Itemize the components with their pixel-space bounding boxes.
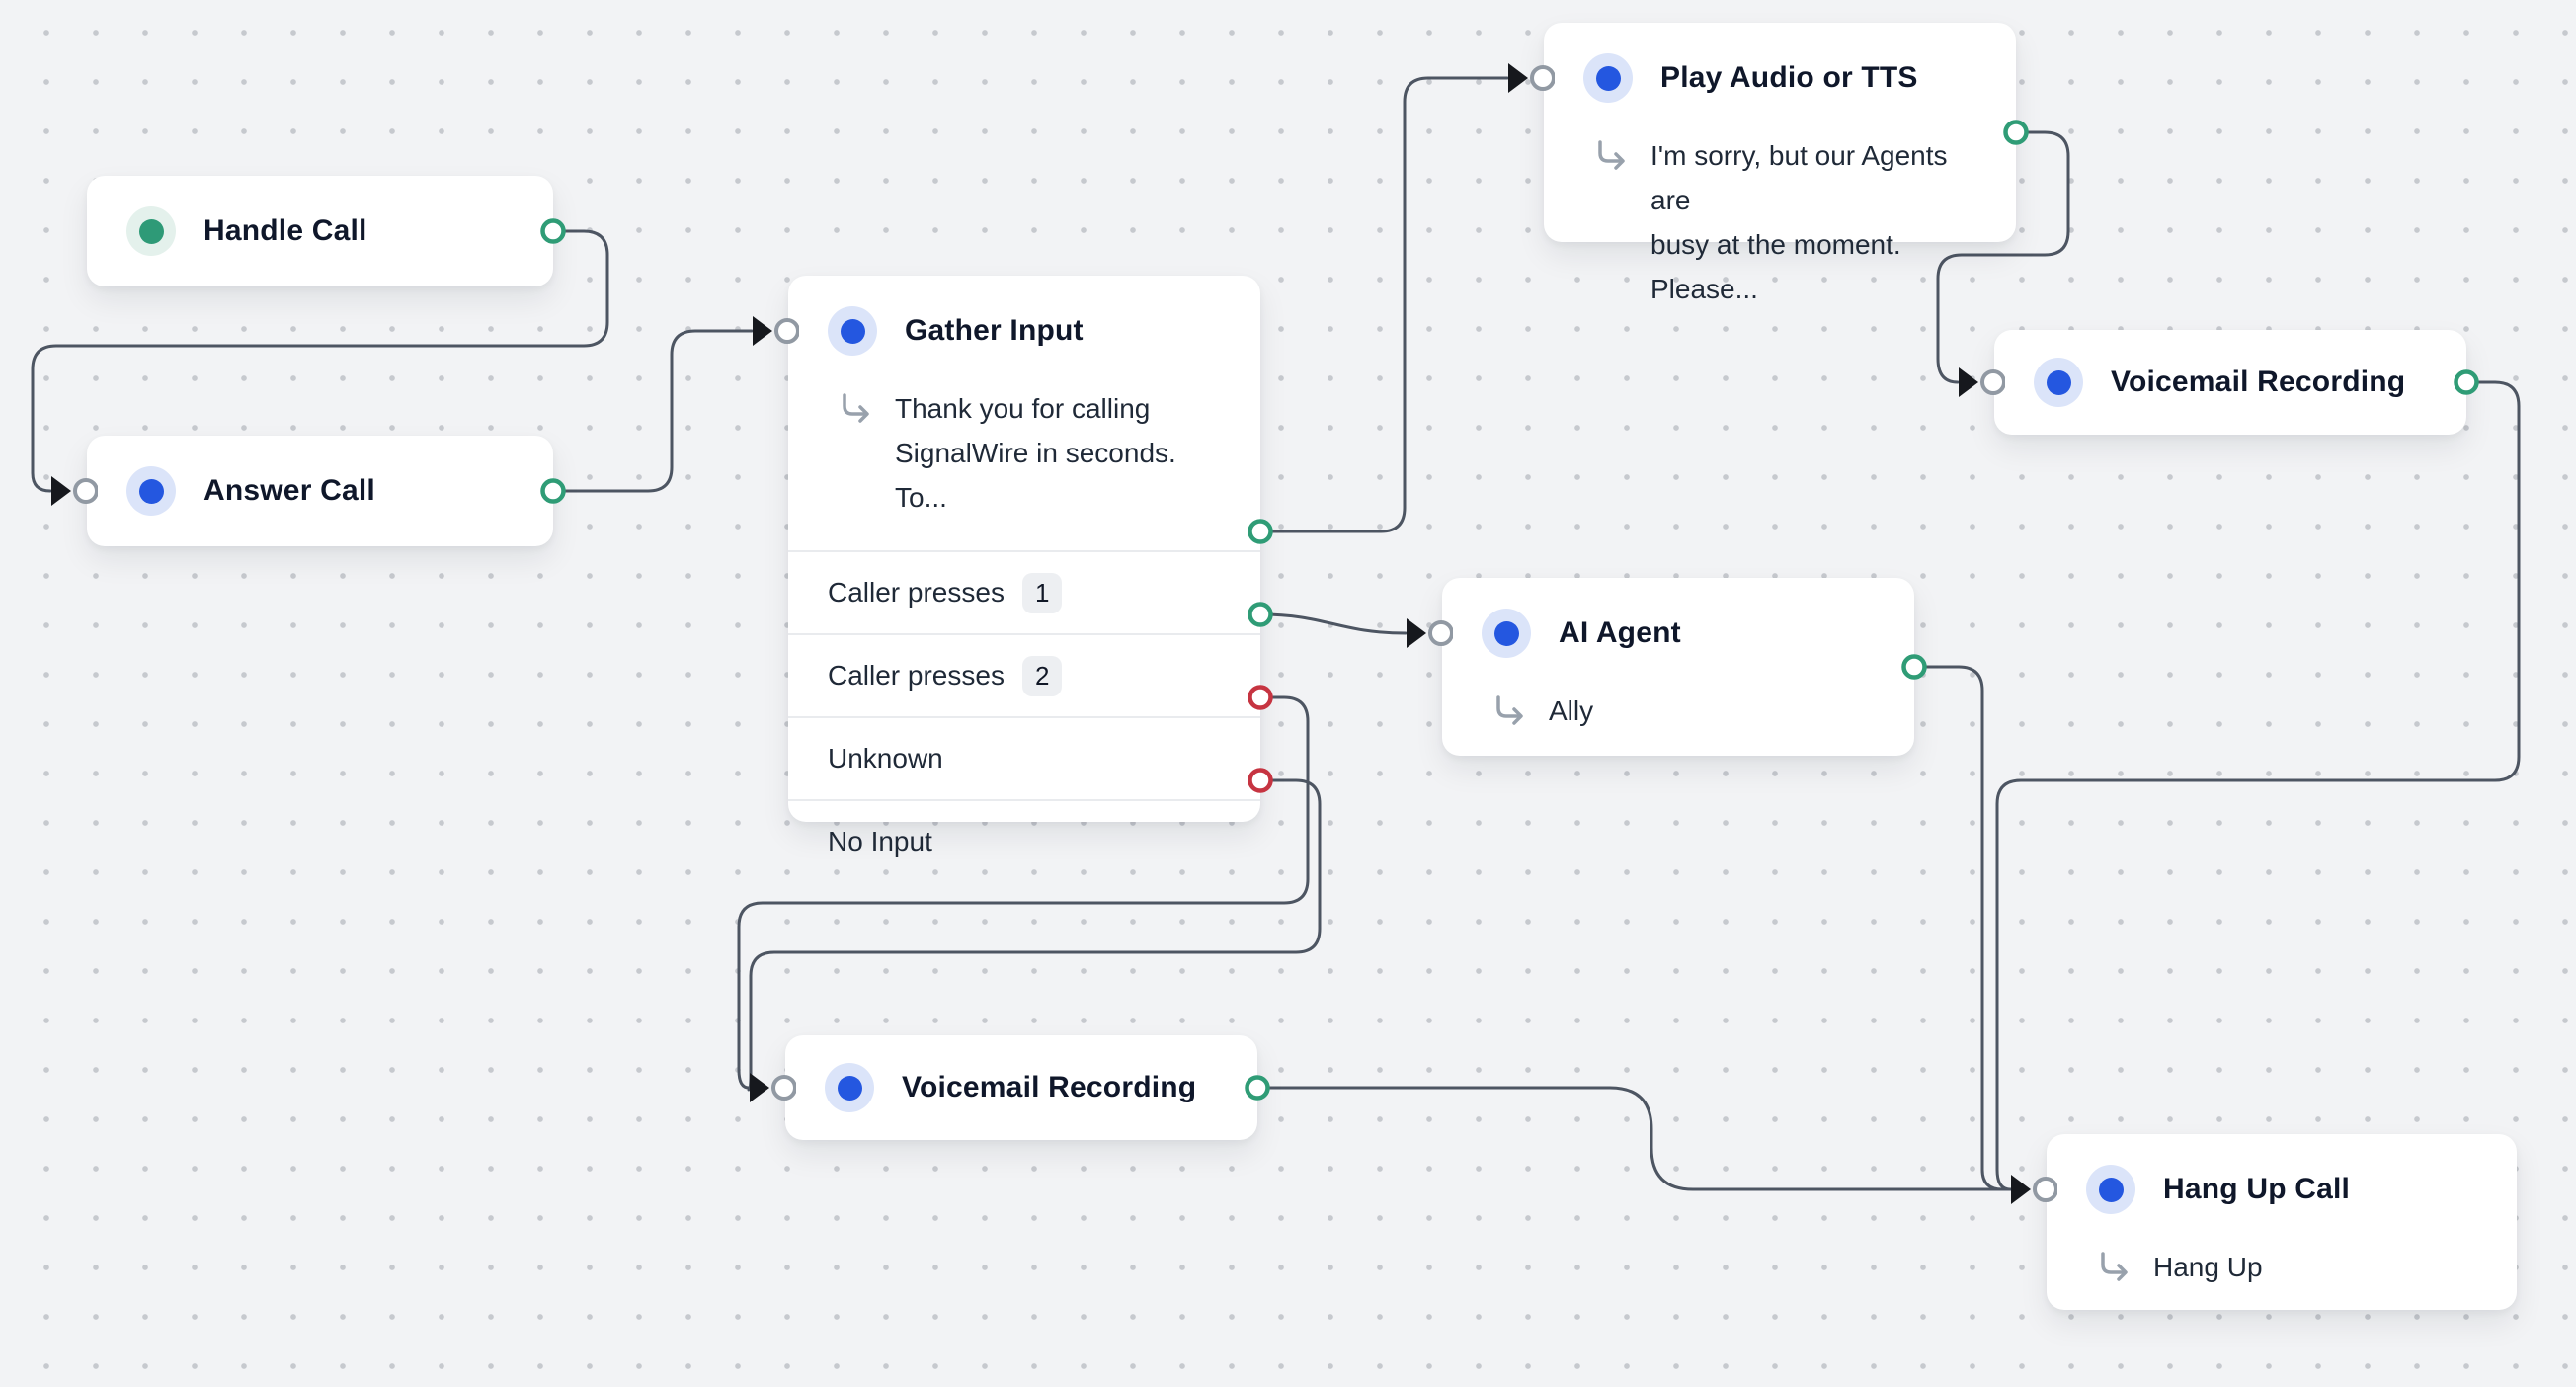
node-voicemail-recording-top[interactable]: Voicemail Recording [1994, 330, 2466, 435]
reply-elbow-icon [1493, 694, 1527, 726]
row-unknown[interactable]: Unknown [788, 716, 1260, 799]
input-port[interactable] [749, 1071, 796, 1109]
reply-elbow-icon [840, 392, 873, 424]
node-body: Hang Up [2047, 1245, 2517, 1319]
node-header: Gather Input [788, 276, 1260, 386]
output-port[interactable] [2453, 368, 2480, 401]
node-body-text: Ally [1549, 689, 1593, 733]
output-port[interactable] [2002, 119, 2030, 151]
node-title: Hang Up Call [2163, 1173, 2350, 1206]
node-gather-input[interactable]: Gather Input Thank you for calling Signal… [788, 276, 1260, 822]
node-header: Answer Call [87, 436, 553, 546]
output-port[interactable] [1900, 653, 1928, 686]
input-port[interactable] [1507, 61, 1555, 100]
node-header: Voicemail Recording [785, 1035, 1257, 1140]
input-port[interactable] [50, 474, 98, 513]
output-port-caller-presses-1[interactable] [1247, 518, 1274, 550]
output-port-no-input[interactable] [1247, 767, 1274, 799]
node-body-text: I'm sorry, but our Agents are busy at th… [1650, 133, 1976, 311]
row-caller-presses-1[interactable]: Caller presses 1 [788, 550, 1260, 633]
flow-canvas[interactable]: Handle Call Answer Call Gather Input Thank … [0, 0, 2576, 1387]
edge-gather-input.caller-presses-1--play-audio-or-tts[interactable] [1260, 78, 1507, 531]
node-body-text: Hang Up [2153, 1245, 2263, 1289]
input-port[interactable] [2010, 1173, 2057, 1211]
node-type-icon [1583, 53, 1633, 103]
node-ai-agent[interactable]: AI Agent Ally [1442, 578, 1914, 756]
node-hang-up-call[interactable]: Hang Up Call Hang Up [2047, 1134, 2517, 1310]
output-port[interactable] [539, 477, 567, 510]
reply-elbow-icon [2098, 1251, 2132, 1282]
row-label: Caller presses [828, 577, 1005, 609]
node-title: Voicemail Recording [2111, 366, 2405, 399]
row-key-badge: 2 [1022, 656, 1062, 696]
node-title: Gather Input [905, 314, 1084, 348]
edge-voicemail-recording-bottom--hang-up-call[interactable] [1257, 1088, 2010, 1189]
row-no-input[interactable]: No Input [788, 799, 1260, 882]
row-label: Caller presses [828, 660, 1005, 692]
row-key-badge: 1 [1022, 573, 1062, 613]
edge-voicemail-recording-top--hang-up-call[interactable] [1997, 382, 2519, 1189]
row-caller-presses-2[interactable]: Caller presses 2 [788, 633, 1260, 716]
node-body-text: Thank you for calling SignalWire in seco… [895, 386, 1221, 520]
node-type-icon [126, 466, 176, 516]
reply-elbow-icon [1595, 139, 1629, 171]
node-answer-call[interactable]: Answer Call [87, 436, 553, 546]
node-type-icon [828, 306, 877, 356]
node-title: Voicemail Recording [902, 1071, 1196, 1104]
node-header: Hang Up Call [2047, 1134, 2517, 1245]
node-title: Play Audio or TTS [1660, 61, 1918, 95]
node-header: Play Audio or TTS [1544, 23, 2016, 133]
input-port[interactable] [1406, 616, 1453, 655]
node-body: Thank you for calling SignalWire in seco… [788, 386, 1260, 549]
node-body: I'm sorry, but our Agents are busy at th… [1544, 133, 2016, 341]
row-label: No Input [828, 826, 932, 857]
node-header: AI Agent [1442, 578, 1914, 689]
output-port-unknown[interactable] [1247, 684, 1274, 716]
edge-gather-input.caller-presses-2--ai-agent[interactable] [1260, 614, 1406, 633]
input-port[interactable] [1958, 366, 2005, 404]
node-header: Voicemail Recording [1994, 330, 2466, 435]
node-type-icon [2034, 358, 2083, 407]
node-handle-call[interactable]: Handle Call [87, 176, 553, 286]
edge-answer-call--gather-input[interactable] [553, 331, 752, 491]
node-title: Answer Call [203, 474, 375, 508]
output-port[interactable] [539, 217, 567, 250]
row-label: Unknown [828, 743, 943, 775]
node-title: AI Agent [1559, 616, 1681, 650]
input-port[interactable] [752, 314, 799, 353]
node-title: Handle Call [203, 214, 367, 248]
node-body: Ally [1442, 689, 1914, 763]
output-rows: Caller presses 1 Caller presses 2 Unknown No … [788, 550, 1260, 882]
node-play-audio-or-tts[interactable]: Play Audio or TTSI'm sorry, but our Agen… [1544, 23, 2016, 242]
node-type-icon [825, 1063, 874, 1112]
output-port-caller-presses-2[interactable] [1247, 601, 1274, 633]
node-type-icon [1482, 609, 1531, 658]
edge-ai-agent--hang-up-call[interactable] [1914, 667, 2010, 1189]
output-port[interactable] [1244, 1074, 1271, 1106]
node-type-icon [2086, 1165, 2135, 1214]
node-type-icon [126, 206, 176, 256]
node-header: Handle Call [87, 176, 553, 286]
node-voicemail-recording-bottom[interactable]: Voicemail Recording [785, 1035, 1257, 1140]
